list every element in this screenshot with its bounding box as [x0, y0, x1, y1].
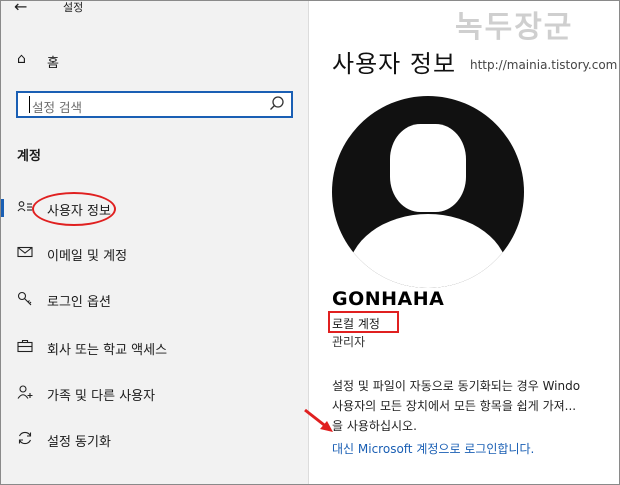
- window-frame: [0, 0, 620, 485]
